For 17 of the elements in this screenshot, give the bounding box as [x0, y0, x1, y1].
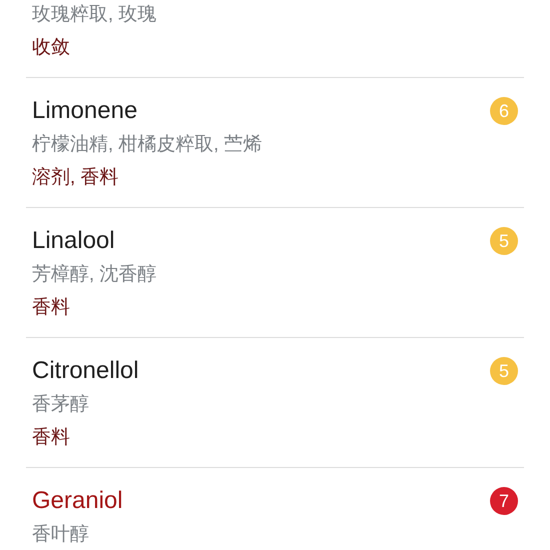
rating-badge: 5: [490, 357, 518, 385]
synonyms-text: 香茅醇: [32, 393, 90, 417]
function-text: 溶剂, 香料: [32, 166, 120, 190]
synonyms-text: 玫瑰粹取, 玫瑰: [32, 3, 158, 27]
rating-badge: 7: [490, 487, 518, 515]
ingredient-name: Linalool: [32, 226, 116, 256]
synonyms-text: 芳樟醇, 沈香醇: [32, 263, 158, 287]
synonyms-text: 香叶醇: [32, 523, 90, 547]
rating-badge: 5: [490, 227, 518, 255]
function-text: 收敛: [32, 36, 71, 60]
ingredient-name: Citronellol: [32, 356, 140, 386]
ingredient-name: Geraniol: [32, 486, 124, 516]
function-text: 香料: [32, 296, 71, 320]
function-text: 香料: [32, 426, 71, 450]
ingredient-name: Limonene: [32, 96, 138, 126]
synonyms-text: 柠檬油精, 柑橘皮粹取, 苎烯: [32, 133, 264, 157]
rating-badge: 6: [490, 97, 518, 125]
